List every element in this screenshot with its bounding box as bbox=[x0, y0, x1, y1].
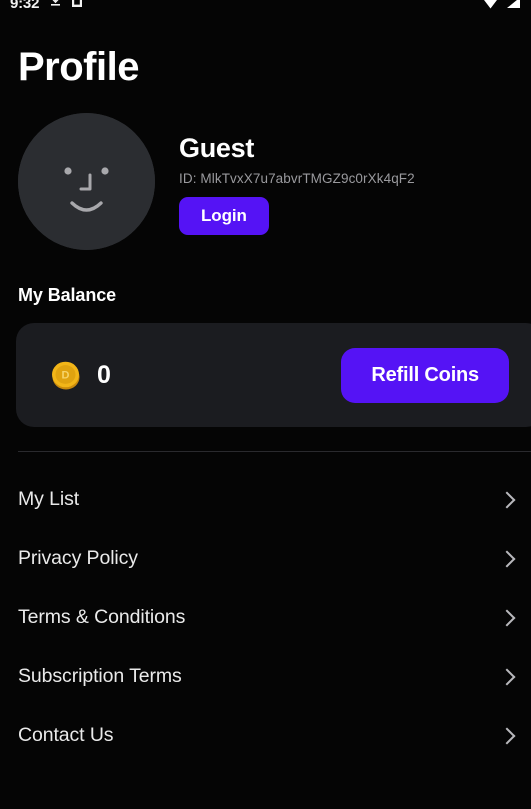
menu-item-label: Terms & Conditions bbox=[18, 606, 186, 628]
status-bar-left: 9:32 bbox=[10, 0, 83, 12]
menu-item-terms-conditions[interactable]: Terms & Conditions bbox=[0, 588, 531, 647]
chevron-right-icon bbox=[498, 727, 516, 744]
menu-item-my-list[interactable]: My List bbox=[0, 470, 531, 529]
gold-coin-icon: D bbox=[52, 361, 80, 390]
chevron-right-icon bbox=[498, 491, 516, 508]
menu-item-contact-us[interactable]: Contact Us bbox=[0, 706, 531, 765]
status-bar: 9:32 bbox=[0, 0, 531, 16]
balance-value-group: D 0 bbox=[50, 359, 111, 391]
profile-section: Guest ID: MlkTvxX7u7abvrTMGZ9c0rXk4qF2 L… bbox=[18, 113, 518, 250]
download-icon bbox=[50, 0, 61, 12]
avatar[interactable] bbox=[18, 113, 155, 250]
profile-info: Guest ID: MlkTvxX7u7abvrTMGZ9c0rXk4qF2 L… bbox=[179, 113, 415, 236]
wifi-icon bbox=[482, 0, 499, 14]
signal-icon bbox=[504, 0, 521, 14]
status-bar-clock: 9:32 bbox=[10, 0, 40, 12]
menu-item-label: Contact Us bbox=[18, 724, 114, 746]
user-id: ID: MlkTvxX7u7abvrTMGZ9c0rXk4qF2 bbox=[179, 171, 415, 187]
status-bar-right bbox=[482, 0, 521, 14]
balance-card: D 0 Refill Coins bbox=[16, 323, 531, 427]
user-name: Guest bbox=[179, 133, 255, 163]
refill-coins-button[interactable]: Refill Coins bbox=[341, 347, 509, 403]
chevron-right-icon bbox=[498, 550, 516, 567]
sim-card-icon bbox=[72, 0, 83, 12]
svg-text:D: D bbox=[62, 370, 70, 382]
section-divider bbox=[18, 451, 531, 452]
menu-item-label: My List bbox=[18, 488, 80, 510]
settings-menu: My List Privacy Policy Terms & Condition… bbox=[0, 470, 531, 765]
balance-amount: 0 bbox=[97, 360, 111, 389]
guest-avatar-smiley-icon bbox=[18, 113, 155, 250]
menu-item-label: Subscription Terms bbox=[18, 665, 182, 687]
menu-item-label: Privacy Policy bbox=[18, 547, 138, 569]
chevron-right-icon bbox=[498, 668, 516, 685]
menu-item-privacy-policy[interactable]: Privacy Policy bbox=[0, 529, 531, 588]
menu-item-subscription-terms[interactable]: Subscription Terms bbox=[0, 647, 531, 706]
chevron-right-icon bbox=[498, 609, 516, 626]
balance-section-label: My Balance bbox=[18, 285, 117, 305]
page-title: Profile bbox=[18, 45, 139, 89]
login-button[interactable]: Login bbox=[179, 197, 269, 236]
